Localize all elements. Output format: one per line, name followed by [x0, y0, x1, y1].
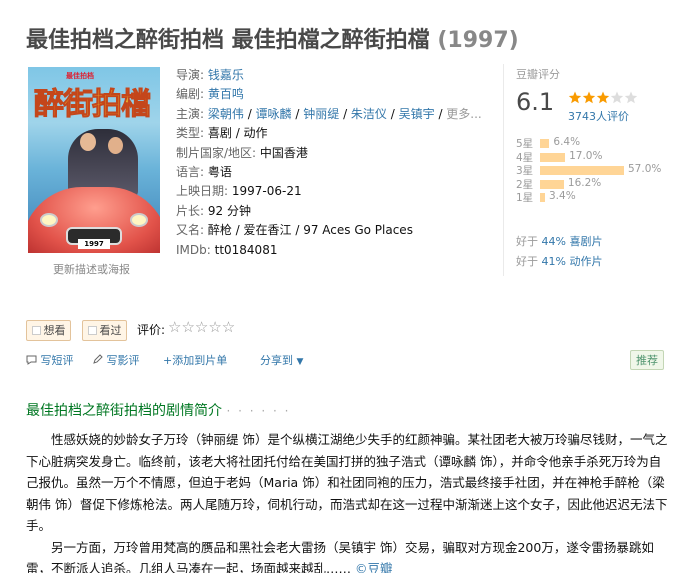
poster-headlamp — [130, 213, 148, 227]
star-full-icon — [596, 91, 610, 104]
language-row: 语言: 粤语 — [176, 165, 232, 180]
cast-link[interactable]: 谭咏麟 — [256, 107, 292, 121]
rate-stars-input[interactable]: ☆☆☆☆☆ — [168, 318, 235, 336]
writer-row: 编剧: 黄百鸣 — [176, 87, 244, 102]
movie-year: (1997) — [437, 28, 519, 53]
director-link[interactable]: 钱嘉乐 — [208, 68, 244, 82]
poster-face — [108, 137, 123, 154]
synopsis-paragraph: 性感妖娆的妙龄女子万玲（钟丽缇 饰）是个纵横江湖绝少失手的红颜神骗。某社团老大被… — [26, 432, 668, 533]
write-review-button[interactable]: 写影评 — [92, 352, 140, 368]
rating-bar-fill — [540, 166, 624, 175]
aka-row: 又名: 醉枪 / 爱在香江 / 97 Aces Go Places — [176, 223, 413, 238]
rating-stars — [568, 91, 640, 108]
want-button[interactable]: 想看 — [26, 320, 71, 341]
write-short-review-button[interactable]: 写短评 — [26, 352, 74, 368]
rate-label: 评价: — [137, 323, 166, 337]
rating-score: 6.1 — [516, 88, 555, 116]
rating-title: 豆瓣评分 — [516, 68, 560, 81]
cast-link[interactable]: 吴镇宇 — [399, 107, 435, 121]
rating-count-link[interactable]: 3743人评价 — [568, 108, 629, 124]
cast-row: 主演: 梁朝伟 / 谭咏麟 / 钟丽缇 / 朱洁仪 / 吴镇宇 / 更多... — [176, 106, 482, 121]
movie-info: 导演: 钱嘉乐 编剧: 黄百鸣 主演: 梁朝伟 / 谭咏麟 / 钟丽缇 / 朱洁… — [176, 66, 496, 260]
rating-bar-fill — [540, 193, 545, 202]
chevron-down-icon: ▼ — [296, 357, 304, 367]
movie-title: 最佳拍档之醉街拍档 最佳拍檔之醉街拍檔 — [26, 28, 430, 53]
poster-headlamp — [40, 213, 58, 227]
checkbox-icon — [87, 326, 97, 335]
rating-panel: 豆瓣评分 6.1 3743人评价 5星 6.4% 4星 17.0% 3星 57.0% 2星 1… — [503, 64, 675, 276]
synopsis-dots: · · · · · · — [226, 404, 291, 418]
rating-bar-fill — [540, 139, 550, 148]
cast-more-link[interactable]: 更多... — [446, 107, 481, 121]
add-to-list-button[interactable]: +添加到片单 — [163, 352, 227, 368]
seen-button[interactable]: 看过 — [82, 320, 127, 341]
movie-poster[interactable]: 最佳拍档 醉街拍檔 1997 — [28, 67, 160, 253]
poster-plate: 1997 — [78, 239, 110, 249]
action-toolbar: 写短评 写影评 +添加到片单 分享到 ▼ 推荐 — [26, 350, 672, 370]
runtime-row: 片长: 92 分钟 — [176, 203, 251, 218]
share-button[interactable]: 分享到 ▼ — [260, 352, 303, 368]
director-row: 导演: 钱嘉乐 — [176, 68, 244, 82]
rating-bar-percent: 57.0% — [628, 163, 662, 175]
rating-bar-percent: 6.4% — [553, 136, 581, 148]
synopsis-paragraph: 另一方面，万玲曾用梵高的赝品和黑社会老大雷扬（吴镇宇 饰）交易，骗取对方现金20… — [26, 537, 668, 573]
better-than: 好于 44% 喜剧片 好于 41% 动作片 — [516, 235, 603, 268]
checkbox-icon — [31, 326, 41, 335]
genre-row: 类型: 喜剧 / 动作 — [176, 126, 268, 141]
rating-bar-percent: 16.2% — [567, 176, 602, 189]
better-comedy-link[interactable]: 44% 喜剧片 — [542, 235, 603, 248]
cast-link[interactable]: 朱洁仪 — [351, 107, 387, 121]
pencil-icon — [93, 354, 103, 364]
star-full-icon — [582, 91, 596, 104]
rating-bar-fill — [540, 179, 564, 189]
release-row: 上映日期: 1997-06-21 — [176, 184, 302, 199]
comment-icon — [26, 355, 37, 365]
writer-link[interactable]: 黄百鸣 — [208, 87, 244, 101]
star-rating-icon — [568, 91, 638, 104]
star-empty-icon — [610, 91, 624, 104]
douban-source-link[interactable]: ©豆瓣 — [355, 561, 393, 573]
rating-bar-percent: 17.0% — [569, 149, 603, 162]
star-full-icon — [568, 91, 582, 104]
imdb-row: IMDb: tt0184081 — [176, 242, 278, 257]
recommend-button[interactable]: 推荐 — [630, 350, 664, 370]
page-title: 最佳拍档之醉街拍档 最佳拍檔之醉街拍檔 (1997) — [26, 22, 519, 54]
rating-bar-percent: 3.4% — [549, 190, 576, 202]
poster-face — [80, 133, 96, 151]
synopsis-heading: 最佳拍档之醉街拍档的剧情简介 · · · · · · — [26, 403, 291, 419]
rating-bar-fill — [540, 152, 566, 162]
better-action-link[interactable]: 41% 动作片 — [542, 255, 603, 268]
poster-logo: 醉街拍檔 — [34, 87, 152, 123]
cast-link[interactable]: 钟丽缇 — [303, 107, 339, 121]
rating-bar-label: 1星 — [516, 192, 534, 204]
synopsis-text: 性感妖娆的妙龄女子万玲（钟丽缇 饰）是个纵横江湖绝少失手的红颜神骗。某社团老大被… — [26, 429, 668, 573]
region-row: 制片国家/地区: 中国香港 — [176, 145, 308, 160]
star-empty-icon — [624, 91, 638, 104]
update-poster-link[interactable]: 更新描述或海报 — [53, 261, 130, 277]
cast-link[interactable]: 梁朝伟 — [208, 107, 244, 121]
